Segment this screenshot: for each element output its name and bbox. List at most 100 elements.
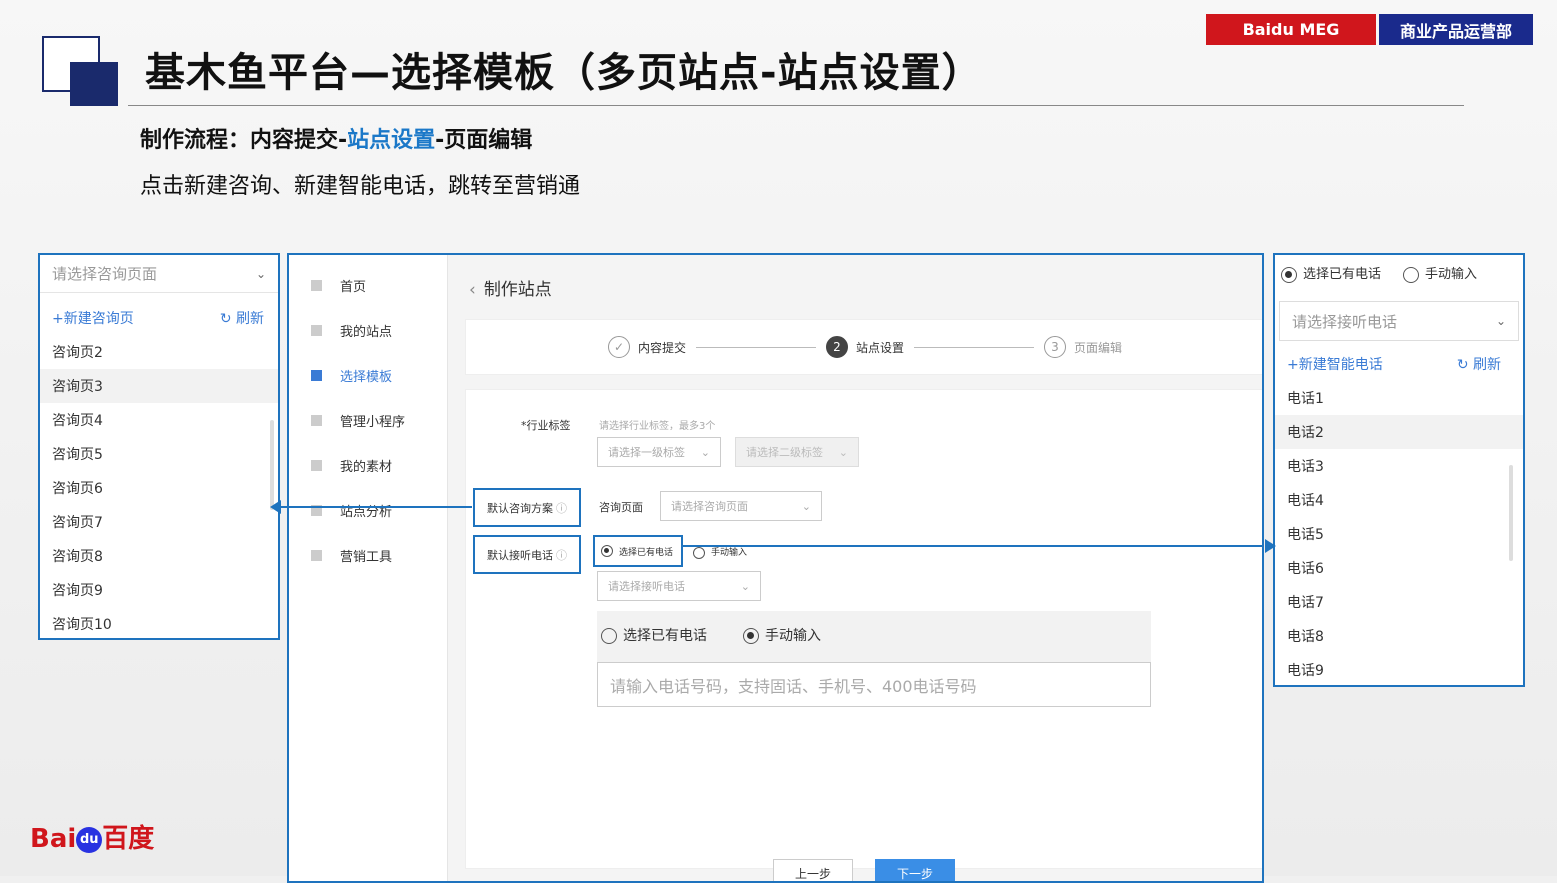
refresh-icon: ↻ (219, 311, 236, 327)
list-item[interactable]: 电话3 (1275, 449, 1523, 483)
sidebar-item-label: 管理小程序 (340, 415, 406, 430)
scrollbar[interactable] (1509, 465, 1513, 561)
list-item[interactable]: 电话4 (1275, 483, 1523, 517)
chevron-down-icon: ⌄ (801, 499, 811, 513)
consult-page-dropdown-panel: 请选择咨询页面 ⌄ +新建咨询页 ↻ 刷新 咨询页2 咨询页3 咨询页4 咨询页… (38, 253, 280, 640)
select-placeholder: 请选择二级标签 (746, 446, 823, 459)
back-link[interactable]: ‹ 制作站点 (469, 275, 552, 300)
phone-source-radios: 选择已有电话 手动输入 (1275, 255, 1523, 291)
list-item[interactable]: 咨询页8 (40, 539, 278, 573)
sidebar-item-label: 营销工具 (340, 550, 393, 565)
radio-checked-icon (1281, 266, 1297, 283)
sidebar-item-materials[interactable]: 我的素材 (289, 443, 429, 488)
tools-icon (311, 550, 322, 561)
radio-unchecked-icon (1403, 266, 1420, 283)
step-content-submit: ✓ 内容提交 (607, 336, 686, 358)
list-item[interactable]: 电话8 (1275, 619, 1523, 653)
new-consult-page-link[interactable]: +新建咨询页 (52, 308, 134, 328)
radio-unchecked-icon (601, 628, 617, 644)
select-placeholder: 请选择咨询页面 (671, 500, 748, 513)
connector-line-right (681, 545, 1264, 547)
sidebar-item-select-template[interactable]: 选择模板 (289, 353, 429, 398)
zoom-radio-manual[interactable]: 手动输入 (743, 625, 821, 645)
radio-existing-phone[interactable]: 选择已有电话 (593, 535, 683, 567)
consult-page-select[interactable]: 请选择咨询页面 ⌄ (40, 255, 278, 293)
list-item[interactable]: 电话1 (1275, 381, 1523, 415)
list-item[interactable]: 电话9 (1275, 653, 1523, 687)
next-button[interactable]: 下一步 (875, 859, 955, 881)
arrow-right-icon (1265, 539, 1276, 553)
slide-description: 点击新建咨询、新建智能电话，跳转至营销通 (140, 174, 581, 199)
phone-label: 默认接听电话 (487, 548, 553, 562)
zoom-radio-existing[interactable]: 选择已有电话 (601, 625, 707, 645)
help-icon[interactable]: ⓘ (556, 547, 567, 563)
list-item[interactable]: 咨询页4 (40, 403, 278, 437)
radio-label: 选择已有电话 (623, 628, 707, 644)
industry-label: *行业标签 (521, 419, 571, 432)
prev-button[interactable]: 上一步 (773, 859, 853, 881)
refresh-button[interactable]: ↻ 刷新 (1457, 354, 1501, 374)
industry-level1-select[interactable]: 请选择一级标签 ⌄ (597, 437, 721, 467)
help-icon[interactable]: ⓘ (556, 500, 567, 516)
sidebar-item-mini-program[interactable]: 管理小程序 (289, 398, 429, 443)
list-item[interactable]: 咨询页9 (40, 573, 278, 607)
list-item[interactable]: 咨询页6 (40, 471, 278, 505)
sites-icon (311, 325, 322, 336)
chevron-down-icon: ⌄ (838, 445, 848, 459)
site-builder-window: 首页 我的站点 选择模板 管理小程序 我的素材 站点分析 营销工具 ‹ 制作站点 … (287, 253, 1264, 883)
phone-select[interactable]: 请选择接听电话 ⌄ (597, 571, 761, 601)
step-number: 3 (1044, 336, 1066, 358)
step-label: 内容提交 (637, 340, 686, 355)
radio-label: 手动输入 (711, 548, 748, 558)
phone-select[interactable]: 请选择接听电话 ⌄ (1279, 301, 1519, 341)
step-site-settings: 2 站点设置 (825, 336, 904, 358)
home-icon (311, 280, 322, 291)
chevron-left-icon: ‹ (469, 280, 476, 300)
process-flow: 制作流程：内容提交-站点设置-页面编辑 (140, 122, 532, 154)
sidebar-nav: 首页 我的站点 选择模板 管理小程序 我的素材 站点分析 营销工具 (289, 263, 429, 578)
sidebar-item-home[interactable]: 首页 (289, 263, 429, 308)
paw-icon: du (76, 826, 103, 853)
radio-existing-phone[interactable]: 选择已有电话 (1281, 263, 1381, 283)
phone-select-placeholder: 请选择接听电话 (1292, 312, 1398, 331)
input-placeholder: 请输入电话号码，支持固话、手机号、400电话号码 (610, 676, 977, 696)
sidebar-item-label: 我的素材 (340, 460, 393, 475)
sidebar-item-label: 首页 (340, 280, 367, 295)
list-item[interactable]: 咨询页10 (40, 607, 278, 641)
template-icon (311, 370, 322, 381)
radio-manual-input[interactable]: 手动输入 (693, 545, 747, 559)
list-item[interactable]: 电话6 (1275, 551, 1523, 585)
radio-checked-icon (601, 545, 613, 557)
step-connector (914, 346, 1034, 348)
list-item[interactable]: 咨询页3 (40, 369, 278, 403)
list-item[interactable]: 电话5 (1275, 517, 1523, 551)
step-label: 站点设置 (855, 340, 904, 355)
list-item[interactable]: 咨询页2 (40, 335, 278, 369)
list-item[interactable]: 电话7 (1275, 585, 1523, 619)
chevron-down-icon: ⌄ (740, 579, 750, 593)
step-connector (695, 346, 816, 348)
refresh-button[interactable]: ↻ 刷新 (220, 308, 264, 328)
radio-unchecked-icon (693, 546, 705, 559)
new-smart-phone-link[interactable]: +新建智能电话 (1287, 354, 1383, 374)
list-item[interactable]: 咨询页5 (40, 437, 278, 471)
sidebar-item-label: 选择模板 (340, 370, 393, 385)
title-decoration-fill (70, 62, 118, 106)
scrollbar[interactable] (270, 420, 274, 510)
refresh-label: 刷新 (1473, 357, 1501, 373)
sidebar-item-my-sites[interactable]: 我的站点 (289, 308, 429, 353)
phone-number-input[interactable]: 请输入电话号码，支持固话、手机号、400电话号码 (597, 662, 1151, 707)
sidebar-item-analytics[interactable]: 站点分析 (289, 488, 429, 533)
list-item[interactable]: 咨询页7 (40, 505, 278, 539)
materials-icon (311, 460, 322, 471)
radio-manual-input[interactable]: 手动输入 (1403, 263, 1477, 283)
brand-badge-department: 商业产品运营部 (1379, 14, 1533, 45)
consult-page-select[interactable]: 请选择咨询页面 ⌄ (660, 491, 822, 521)
industry-hint: 请选择行业标签，最多3个 (599, 421, 716, 432)
step-page-edit: 3 页面编辑 (1044, 336, 1122, 358)
sidebar-item-marketing-tools[interactable]: 营销工具 (289, 533, 429, 578)
list-item[interactable]: 电话2 (1275, 415, 1523, 449)
connector-line-left (280, 506, 472, 508)
steps-bar: ✓ 内容提交 2 站点设置 3 页面编辑 (465, 319, 1262, 375)
select-placeholder: 请选择接听电话 (608, 580, 685, 593)
